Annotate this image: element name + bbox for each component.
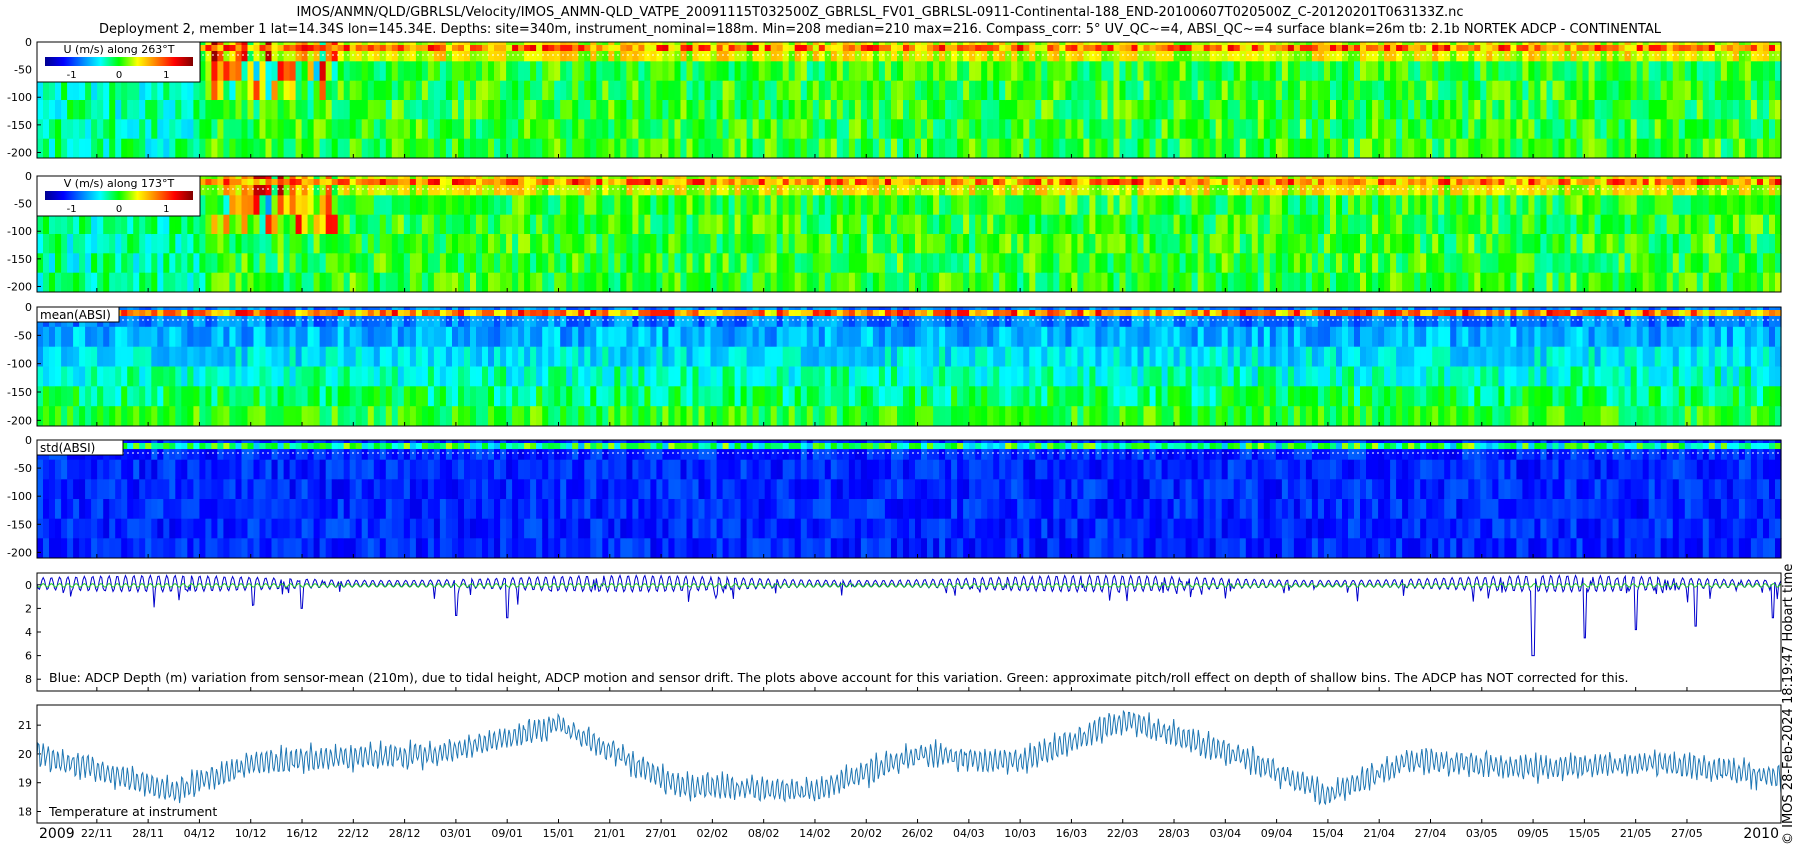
xtick-label: 02/02 xyxy=(697,827,729,840)
xtick-label: 21/04 xyxy=(1363,827,1395,840)
panel-1-ytick-label: -100 xyxy=(7,91,32,104)
panel-2-ytick-label: -150 xyxy=(7,253,32,266)
xtick-label: 22/03 xyxy=(1107,827,1139,840)
panel-2-ytick-label: -50 xyxy=(14,198,32,211)
panel-4-ytick-label: -200 xyxy=(7,546,32,559)
panel-3-ytick-label: -100 xyxy=(7,358,32,371)
xtick-label: 22/12 xyxy=(337,827,369,840)
xtick-label: 16/03 xyxy=(1056,827,1088,840)
xtick-label: 28/12 xyxy=(389,827,421,840)
colorbar-tick-label: -1 xyxy=(67,70,77,81)
heatmap-panel-4 xyxy=(37,440,1782,559)
panel-2-ytick-label: -100 xyxy=(7,225,32,238)
xtick-label: 22/11 xyxy=(81,827,113,840)
colorbar-tick-label: 0 xyxy=(116,204,122,215)
panel-label-box-3: mean(ABSI) xyxy=(36,306,120,323)
panel-6-ytick-label: 21 xyxy=(18,719,32,732)
colorbar-legend-1: U (m/s) along 263°T -1 0 1 xyxy=(36,41,201,83)
xtick-label: 08/02 xyxy=(748,827,780,840)
xtick-label: 09/04 xyxy=(1261,827,1293,840)
panel-3-ytick-label: 0 xyxy=(25,301,32,314)
panel-2-ytick-label: -200 xyxy=(7,280,32,293)
xtick-label: 10/12 xyxy=(235,827,267,840)
xtick-label: 10/03 xyxy=(1004,827,1036,840)
panel-5-ytick-label: 0 xyxy=(25,579,32,592)
panel-2-ytick-label: 0 xyxy=(25,170,32,183)
panel-3-ytick-label: -200 xyxy=(7,414,32,427)
xtick-label: 27/01 xyxy=(645,827,677,840)
xtick-label: 27/05 xyxy=(1671,827,1703,840)
xtick-label: 28/03 xyxy=(1158,827,1190,840)
panel-label: std(ABSI) xyxy=(40,441,95,455)
heatmap-panel-1 xyxy=(37,42,1782,159)
colorbar-tick-label: 1 xyxy=(163,204,169,215)
colorbar-legend-2: V (m/s) along 173°T -1 0 1 xyxy=(36,175,201,217)
xtick-label: 16/12 xyxy=(286,827,318,840)
panel-5-ytick-label: 2 xyxy=(25,602,32,615)
xtick-label: 26/02 xyxy=(902,827,934,840)
xtick-label: 14/02 xyxy=(799,827,831,840)
xtick-label: 04/12 xyxy=(184,827,216,840)
heatmap-panel-3 xyxy=(37,307,1782,427)
x-axis-year-end: 2010 xyxy=(1743,826,1779,842)
panel-label-box-4: std(ABSI) xyxy=(36,439,124,456)
heatmap-panel-2 xyxy=(37,176,1782,293)
panel-5-ytick-label: 6 xyxy=(25,650,32,663)
figure-canvas: 0-50-100-150-2000-50-100-150-2000-50-100… xyxy=(7,36,1782,842)
xtick-label: 09/01 xyxy=(491,827,523,840)
xtick-label: 21/05 xyxy=(1620,827,1652,840)
colorbar-tick-label: 0 xyxy=(116,70,122,81)
panel-3-ytick-label: -50 xyxy=(14,329,32,342)
legend-title: V (m/s) along 173°T xyxy=(64,177,175,190)
panel-6-ytick-label: 18 xyxy=(18,805,32,818)
xtick-label: 27/04 xyxy=(1415,827,1447,840)
panel-6-ytick-label: 20 xyxy=(18,748,32,761)
colorbar-tick-label: -1 xyxy=(67,204,77,215)
legend-title: U (m/s) along 263°T xyxy=(64,43,175,56)
panel-1-ytick-label: 0 xyxy=(25,36,32,49)
colorbar-tick-label: 1 xyxy=(163,70,169,81)
panel-1-ytick-label: -50 xyxy=(14,64,32,77)
xtick-label: 03/04 xyxy=(1209,827,1241,840)
x-axis-year-start: 2009 xyxy=(39,826,75,842)
xtick-label: 09/05 xyxy=(1517,827,1549,840)
xtick-label: 03/05 xyxy=(1466,827,1498,840)
xtick-label: 21/01 xyxy=(594,827,626,840)
xtick-label: 28/11 xyxy=(132,827,164,840)
panel-1-ytick-label: -150 xyxy=(7,119,32,132)
panel-4-ytick-label: 0 xyxy=(25,434,32,447)
panel-1-ytick-label: -200 xyxy=(7,146,32,159)
xtick-label: 15/04 xyxy=(1312,827,1344,840)
panel-5-ytick-label: 8 xyxy=(25,673,32,686)
depth-panel-caption: Blue: ADCP Depth (m) variation from sens… xyxy=(49,670,1628,685)
xtick-label: 03/01 xyxy=(440,827,472,840)
panel-3-ytick-label: -150 xyxy=(7,386,32,399)
panel-6-ytick-label: 19 xyxy=(18,777,32,790)
panel-label: mean(ABSI) xyxy=(40,308,111,322)
panel-4-ytick-label: -150 xyxy=(7,518,32,531)
xtick-label: 20/02 xyxy=(850,827,882,840)
temperature-panel-label: Temperature at instrument xyxy=(48,804,217,819)
xtick-label: 15/01 xyxy=(543,827,575,840)
xtick-label: 04/03 xyxy=(953,827,985,840)
panel-4-ytick-label: -100 xyxy=(7,490,32,503)
panel-4-ytick-label: -50 xyxy=(14,462,32,475)
panel-5-ytick-label: 4 xyxy=(25,626,32,639)
xtick-label: 15/05 xyxy=(1569,827,1601,840)
